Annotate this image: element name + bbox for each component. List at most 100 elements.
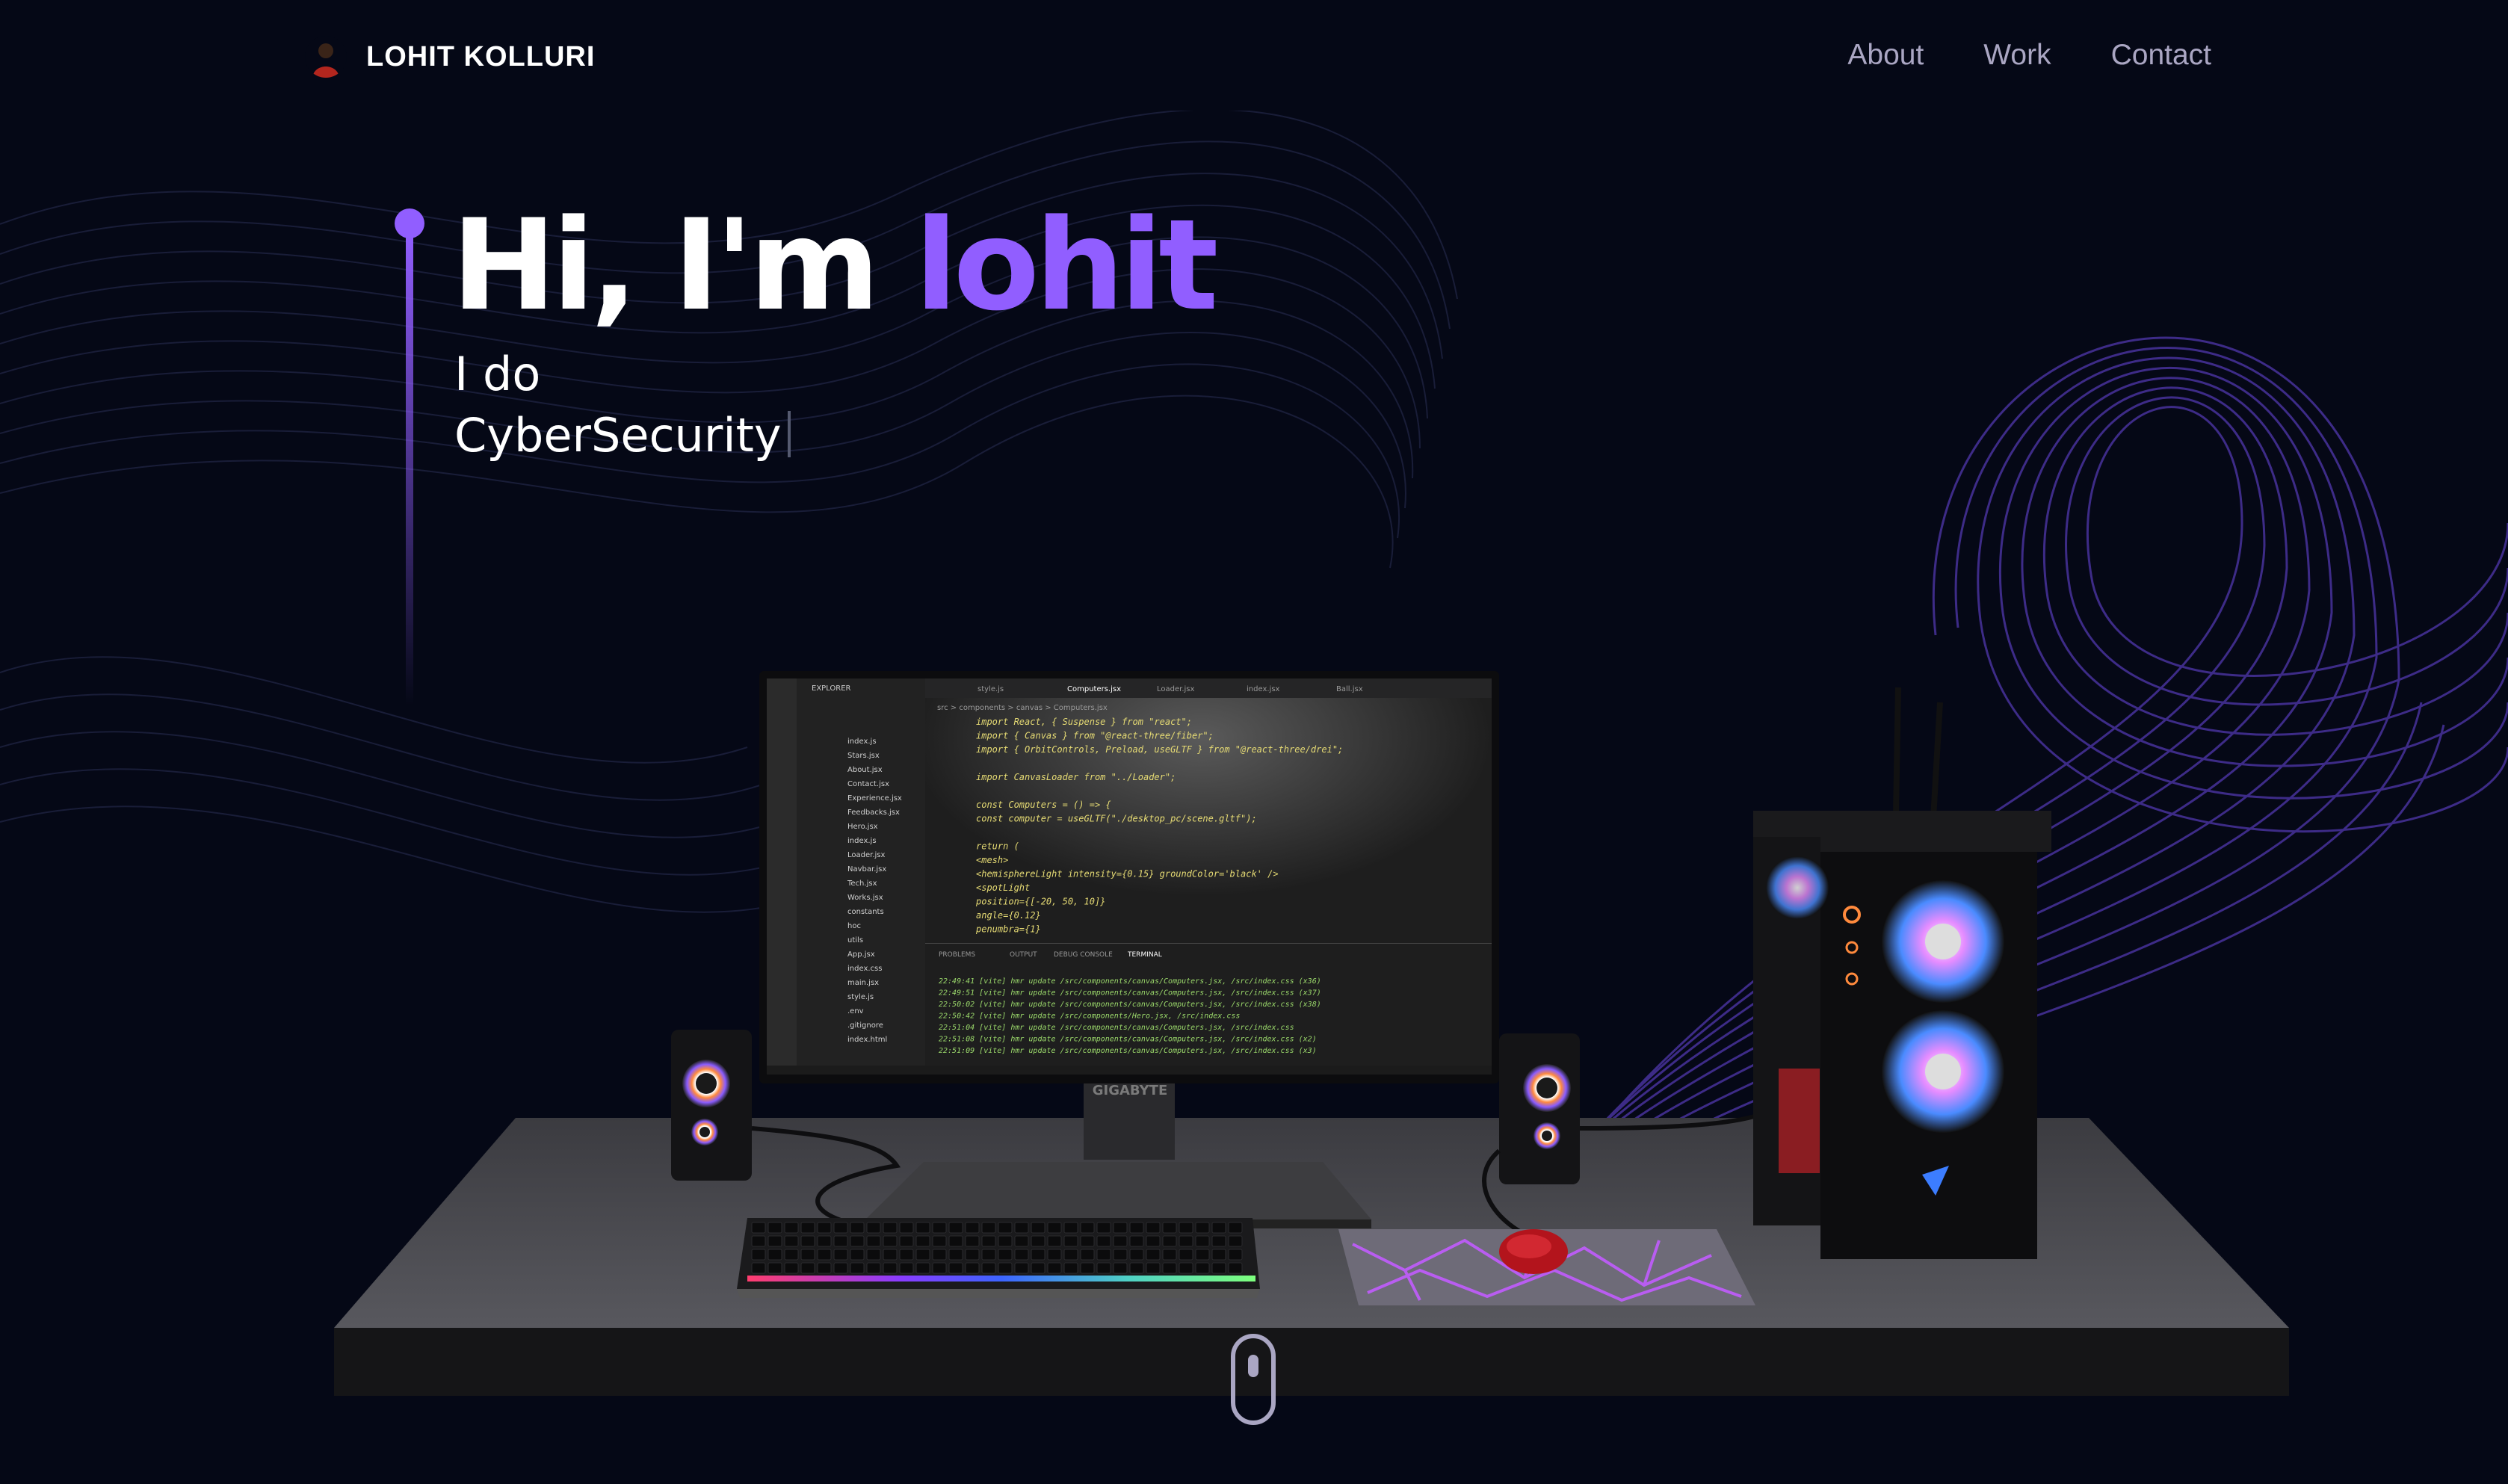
keyboard-key bbox=[915, 1249, 930, 1261]
keyboard-key bbox=[833, 1222, 848, 1234]
editor-tab: Computers.jsx bbox=[1067, 685, 1121, 693]
editor-tab: Loader.jsx bbox=[1157, 685, 1195, 693]
keyboard-key bbox=[1031, 1249, 1045, 1261]
keyboard-key bbox=[1162, 1249, 1177, 1261]
keyboard-key bbox=[1211, 1249, 1226, 1261]
keyboard-key bbox=[948, 1222, 963, 1234]
keyboard-key bbox=[1047, 1235, 1062, 1247]
right-speaker bbox=[1499, 1033, 1580, 1184]
left-speaker bbox=[671, 1030, 752, 1181]
keyboard-key bbox=[883, 1249, 898, 1261]
keyboard-key bbox=[1113, 1262, 1128, 1274]
keyboard-key bbox=[1211, 1222, 1226, 1234]
keyboard-key bbox=[1063, 1262, 1078, 1274]
keyboard-key bbox=[932, 1235, 947, 1247]
keyboard-key bbox=[1014, 1249, 1029, 1261]
code-line: angle={0.12} bbox=[976, 910, 1041, 921]
terminal-line: 22:49:51 [vite] hmr update /src/componen… bbox=[939, 989, 1321, 998]
keyboard-key bbox=[800, 1235, 815, 1247]
explorer-file: index.js bbox=[847, 738, 877, 746]
keyboard-key bbox=[866, 1222, 881, 1234]
keyboard-key bbox=[866, 1235, 881, 1247]
editor-tab: style.js bbox=[977, 685, 1004, 693]
keyboard-key bbox=[1146, 1222, 1161, 1234]
keyboard-key bbox=[800, 1222, 815, 1234]
keyboard-key bbox=[981, 1235, 996, 1247]
nav-link-contact[interactable]: Contact bbox=[2111, 36, 2211, 75]
explorer-file: Tech.jsx bbox=[847, 879, 877, 888]
keyboard-key bbox=[1129, 1262, 1144, 1274]
computer-mouse bbox=[1499, 1229, 1568, 1274]
scroll-indicator[interactable] bbox=[1231, 1334, 1276, 1425]
explorer-file: App.jsx bbox=[847, 950, 875, 959]
keyboard-key bbox=[1211, 1262, 1226, 1274]
keyboard-key bbox=[767, 1262, 782, 1274]
nav-links: About Work Contact bbox=[1788, 36, 2211, 75]
explorer-file: index.html bbox=[847, 1036, 887, 1044]
keyboard-key bbox=[1129, 1249, 1144, 1261]
keyboard-key bbox=[767, 1249, 782, 1261]
keyboard-key bbox=[965, 1222, 980, 1234]
keyboard-key bbox=[1063, 1235, 1078, 1247]
keyboard-key bbox=[1080, 1262, 1095, 1274]
keyboard-key bbox=[800, 1262, 815, 1274]
keyboard-key bbox=[1129, 1222, 1144, 1234]
keyboard-key bbox=[817, 1235, 832, 1247]
keyboard-key bbox=[899, 1235, 914, 1247]
keyboard-key bbox=[998, 1262, 1013, 1274]
keyboard-key bbox=[1014, 1222, 1029, 1234]
keyboard-key bbox=[948, 1235, 963, 1247]
explorer-file: Experience.jsx bbox=[847, 794, 902, 803]
keyboard-key bbox=[1080, 1249, 1095, 1261]
terminal-line: 22:50:42 [vite] hmr update /src/componen… bbox=[939, 1012, 1240, 1021]
keyboard-key bbox=[932, 1249, 947, 1261]
keyboard-key bbox=[899, 1262, 914, 1274]
nav-link-work[interactable]: Work bbox=[1983, 36, 2051, 75]
keyboard-key bbox=[817, 1249, 832, 1261]
keyboard-key bbox=[1113, 1235, 1128, 1247]
monitor-brand: GIGABYTE bbox=[1093, 1083, 1168, 1098]
avatar bbox=[305, 36, 347, 78]
code-line: penumbra={1} bbox=[975, 924, 1041, 935]
keyboard-key bbox=[850, 1262, 865, 1274]
keyboard-key bbox=[1179, 1235, 1193, 1247]
keyboard-key bbox=[1179, 1249, 1193, 1261]
keyboard-key bbox=[784, 1262, 799, 1274]
desk-scene[interactable]: GIGABYTE EXPLORER style.js Computers.jsx L… bbox=[0, 0, 2508, 1484]
navbar: LOHIT KOLLURI About Work Contact bbox=[0, 0, 2508, 111]
keyboard-key bbox=[1031, 1235, 1045, 1247]
explorer-file: Feedbacks.jsx bbox=[847, 809, 900, 817]
brand-link[interactable]: LOHIT KOLLURI bbox=[305, 36, 595, 78]
keyboard-key bbox=[1031, 1262, 1045, 1274]
code-line: return ( bbox=[976, 841, 1019, 852]
keyboard-key bbox=[1162, 1235, 1177, 1247]
terminal-line: 22:49:41 [vite] hmr update /src/componen… bbox=[939, 977, 1321, 986]
terminal-line: 22:51:04 [vite] hmr update /src/componen… bbox=[939, 1024, 1294, 1032]
panel-tab: PROBLEMS bbox=[939, 951, 975, 959]
keyboard-key bbox=[1228, 1262, 1243, 1274]
keyboard-key bbox=[850, 1235, 865, 1247]
panel-tab: DEBUG CONSOLE bbox=[1054, 951, 1113, 959]
keyboard-key bbox=[965, 1235, 980, 1247]
explorer-title: EXPLORER bbox=[812, 684, 851, 693]
explorer-file: .env bbox=[847, 1007, 864, 1015]
terminal-line: 22:51:08 [vite] hmr update /src/componen… bbox=[939, 1036, 1317, 1044]
explorer-file: .gitignore bbox=[847, 1021, 883, 1030]
keyboard-key bbox=[1162, 1222, 1177, 1234]
keyboard-key bbox=[866, 1249, 881, 1261]
keyboard-key bbox=[850, 1222, 865, 1234]
nav-link-about[interactable]: About bbox=[1847, 36, 1924, 75]
explorer-file: Navbar.jsx bbox=[847, 865, 886, 874]
code-line: <spotLight bbox=[976, 882, 1030, 893]
keyboard-key bbox=[1096, 1235, 1111, 1247]
keyboard-key bbox=[866, 1262, 881, 1274]
terminal-line: 22:51:09 [vite] hmr update /src/componen… bbox=[939, 1047, 1317, 1055]
explorer-file: utils bbox=[847, 936, 863, 944]
editor-tab: index.jsx bbox=[1247, 685, 1280, 693]
explorer-file: About.jsx bbox=[847, 766, 883, 774]
panel-tab: OUTPUT bbox=[1010, 951, 1037, 959]
keyboard-key bbox=[1146, 1235, 1161, 1247]
keyboard-key bbox=[932, 1262, 947, 1274]
keyboard-key bbox=[1195, 1222, 1210, 1234]
keyboard-key bbox=[833, 1249, 848, 1261]
